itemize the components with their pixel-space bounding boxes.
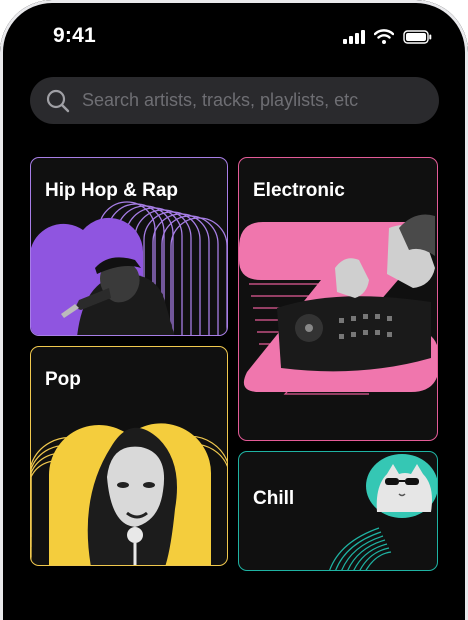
genre-card-chill[interactable]: Chill [238, 451, 438, 571]
genre-card-title: Electronic [253, 180, 345, 201]
wifi-icon [374, 29, 394, 44]
genre-card-hip-hop-rap[interactable]: Hip Hop & Rap [30, 157, 228, 336]
phone-screen: 9:41 Search artists, tracks, playlists, … [0, 0, 468, 620]
chill-artwork [329, 454, 437, 570]
search-bar[interactable]: Search artists, tracks, playlists, etc [30, 77, 439, 124]
battery-icon [403, 29, 432, 44]
genre-card-title: Pop [45, 369, 81, 390]
cellular-signal-icon [343, 29, 365, 44]
search-input-placeholder: Search artists, tracks, playlists, etc [82, 90, 359, 110]
genre-card-electronic[interactable]: Electronic [238, 157, 438, 441]
status-time: 9:41 [53, 24, 96, 47]
search-icon [46, 89, 70, 113]
status-icons [343, 29, 432, 44]
genre-card-title: Chill [253, 488, 295, 509]
status-bar: 9:41 [0, 0, 468, 70]
genre-card-pop[interactable]: Pop [30, 346, 228, 566]
genre-card-title: Hip Hop & Rap [45, 180, 178, 201]
